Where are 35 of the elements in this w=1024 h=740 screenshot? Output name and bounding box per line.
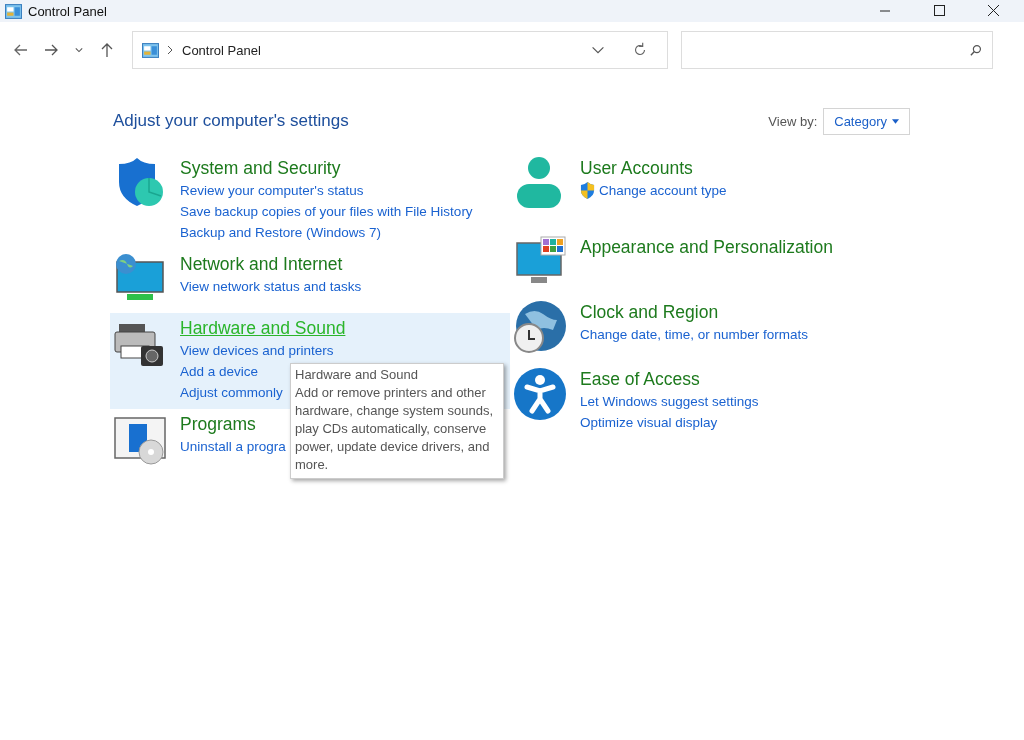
task-link[interactable]: View devices and printers [180,340,334,361]
task-link[interactable]: Adjust commonly [180,382,283,403]
task-link[interactable]: Let Windows suggest settings [580,391,759,412]
task-link[interactable]: Change account type [599,180,727,201]
control-panel-icon [5,3,22,19]
task-link[interactable]: Add a device [180,361,259,382]
task-link[interactable]: View network status and tasks [180,276,362,297]
breadcrumb[interactable]: Control Panel [182,42,261,58]
view-by-label: View by: [768,113,818,129]
category-title[interactable]: User Accounts [580,156,727,180]
category-title[interactable]: System and Security [180,156,473,180]
control-panel-icon [142,42,159,58]
task-link[interactable]: Review your computer's status [180,180,364,201]
globe-clock-icon[interactable] [513,300,567,354]
window-title: Control Panel [28,3,107,19]
page-heading: Adjust your computer's settings [113,111,349,131]
search-icon [969,43,982,57]
task-link[interactable]: Uninstall a progra [180,436,286,457]
task-link[interactable]: Change date, time, or number formats [580,324,809,345]
category-title[interactable]: Clock and Region [580,300,809,324]
address-bar[interactable]: Control Panel [132,31,668,69]
category-title[interactable]: Appearance and Personalization [580,235,833,259]
accessibility-icon[interactable] [513,367,567,421]
task-link[interactable]: Backup and Restore (Windows 7) [180,222,382,243]
view-by-dropdown[interactable]: Category [823,107,910,135]
tooltip-text: Add or remove printers and other hardware, change system sounds, play CDs automatically, conserve power, update device drivers, and more. [295,384,494,474]
category-title[interactable]: Ease of Access [580,367,759,391]
chevron-icon [166,45,174,55]
caret-icon [892,118,899,124]
category-title[interactable]: Network and Internet [180,252,362,276]
task-link[interactable]: Optimize visual display [580,412,718,433]
search-field[interactable] [681,31,993,69]
tooltip-title: Hardware and Sound [295,366,419,384]
task-link[interactable]: Save backup copies of your files with File History [180,201,473,222]
category-title[interactable]: Programs [180,412,286,436]
